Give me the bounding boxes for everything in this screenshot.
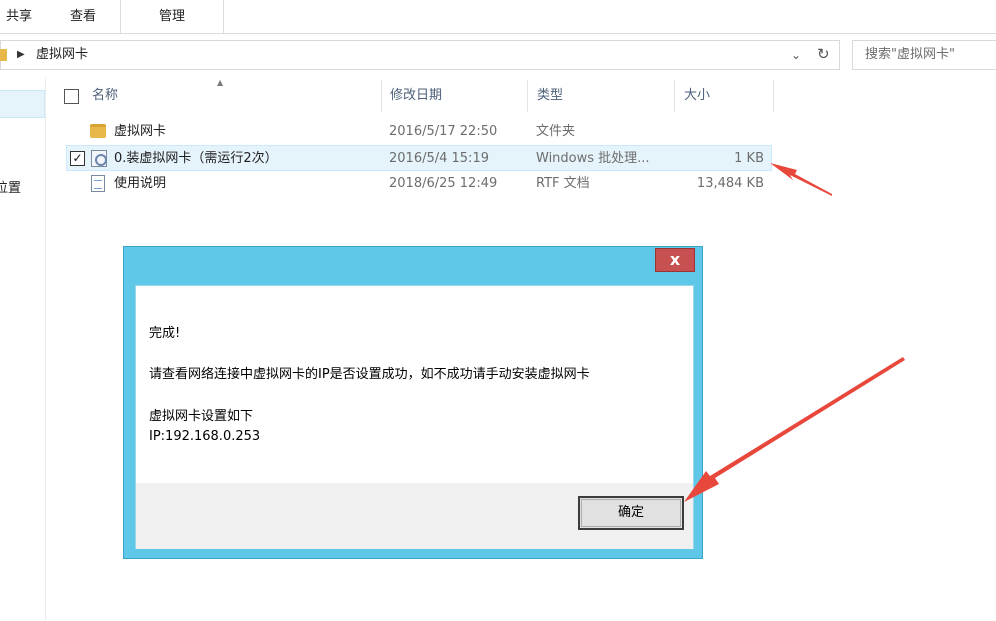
close-button[interactable]: x [655,248,695,272]
search-input[interactable]: 搜索"虚拟网卡" [852,40,996,70]
red-arrow-icon [684,357,905,502]
address-bar[interactable]: ▶ 虚拟网卡 ⌄ ↻ [0,40,840,70]
file-date: 2018/6/25 12:49 [389,176,498,191]
column-header-name[interactable]: 名称 [82,80,382,112]
batch-file-icon [91,150,107,167]
document-icon [91,175,105,192]
select-all-checkbox[interactable] [64,89,79,104]
folder-icon [0,49,7,61]
file-name: 虚拟网卡 [114,124,167,139]
file-row[interactable]: 虚拟网卡 2016/5/17 22:50 文件夹 [66,119,772,145]
column-header-date[interactable]: 修改日期 [380,80,528,112]
file-size: 1 KB [734,151,764,166]
dialog-body: 完成! 请查看网络连接中虚拟网卡的IP是否设置成功，如不成功请手动安装虚拟网卡 … [135,285,694,549]
file-name: 0.装虚拟网卡（需运行2次） [114,151,278,166]
search-placeholder: 搜索"虚拟网卡" [865,47,955,62]
nav-item-location[interactable]: 位置 [0,180,21,198]
navigation-pane: 位置 [0,78,46,621]
dialog-ip-text: IP:192.168.0.253 [149,429,261,444]
dialog-footer: 确定 [136,483,693,549]
column-header-size[interactable]: 大小 [674,80,774,112]
tab-share[interactable]: 共享 [0,0,38,34]
red-arrow-icon [770,163,832,196]
checkmark-icon[interactable]: ✓ [70,151,85,166]
file-date: 2016/5/4 15:19 [389,151,489,166]
chevron-down-icon[interactable]: ⌄ [791,46,801,64]
file-row[interactable]: 使用说明 2018/6/25 12:49 RTF 文档 13,484 KB [66,171,772,197]
file-size: 13,484 KB [696,176,764,191]
column-header-type[interactable]: 类型 [527,80,675,112]
file-type: Windows 批处理... [536,151,650,166]
file-name: 使用说明 [114,176,167,191]
folder-icon [90,124,106,138]
ok-button[interactable]: 确定 [578,496,684,530]
tab-view[interactable]: 查看 [64,0,102,34]
file-row-selected[interactable]: ✓ 0.装虚拟网卡（需运行2次） 2016/5/4 15:19 Windows … [66,145,772,171]
file-type: 文件夹 [536,124,576,139]
file-date: 2016/5/17 22:50 [389,124,498,139]
breadcrumb-chevron-icon[interactable]: ▶ [17,47,25,63]
file-type: RTF 文档 [536,176,590,191]
dialog-title-text: 完成! [149,326,181,341]
nav-selected-item[interactable] [0,90,45,118]
ribbon: 共享 查看 管理 [0,0,996,34]
message-dialog: x 完成! 请查看网络连接中虚拟网卡的IP是否设置成功，如不成功请手动安装虚拟网… [123,246,703,559]
refresh-icon[interactable]: ↻ [817,45,830,63]
dialog-message: 请查看网络连接中虚拟网卡的IP是否设置成功，如不成功请手动安装虚拟网卡 [149,367,590,382]
dialog-settings-heading: 虚拟网卡设置如下 [149,409,254,424]
tab-manage[interactable]: 管理 [120,0,224,34]
breadcrumb-current[interactable]: 虚拟网卡 [36,46,88,64]
